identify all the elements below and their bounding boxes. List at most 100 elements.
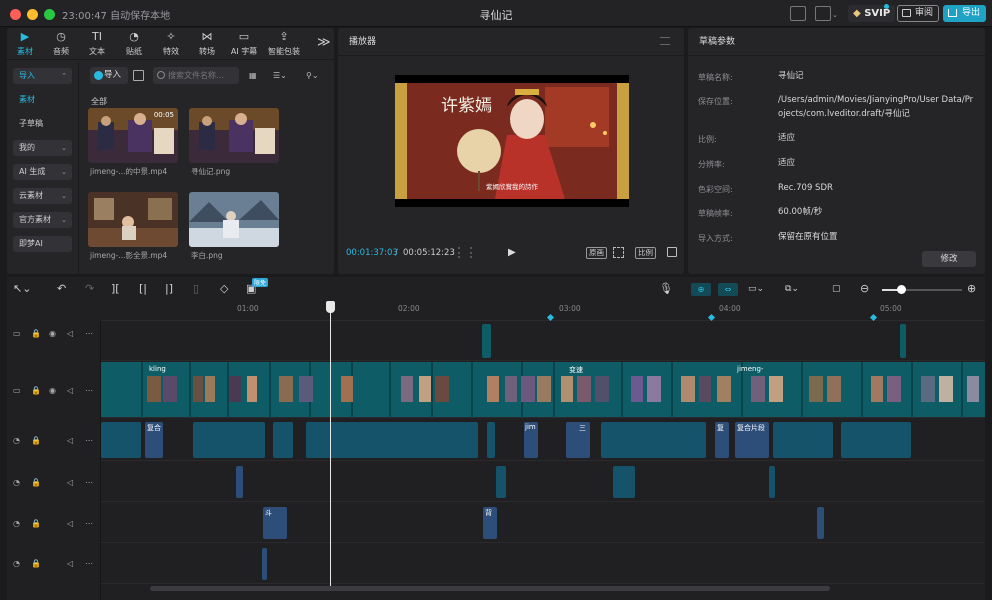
more-icon[interactable]: ⋯ [85,436,93,445]
ratio-button[interactable]: 比例 [635,247,656,259]
main-track-magnet-icon[interactable]: ⊕ [691,283,711,296]
speaker-icon[interactable]: ◁ [67,386,73,395]
timeline-tracks[interactable]: kling 变速 jimeng- 复合 jim 三 复 复合片段 斗 背 [101,321,985,600]
trim-right-icon[interactable]: |] [165,282,173,296]
more-tabs-icon[interactable]: ≫ [317,35,331,50]
marker-pin[interactable] [707,313,716,322]
delete-icon[interactable]: ▯ [193,282,199,296]
fullscreen-focus-icon[interactable] [613,247,624,258]
tab-effects[interactable]: ✧ 特效 [154,31,188,57]
sidebar-item-official[interactable]: 官方素材 ⌄ [13,212,72,228]
media-item-image-1[interactable] [189,108,279,163]
tab-transition[interactable]: ⋈ 转场 [190,31,224,57]
audio-clip[interactable] [101,422,141,458]
audio-clip[interactable] [601,422,706,458]
linkage-icon[interactable]: ▭⌄ [748,282,764,296]
zoom-out-icon[interactable]: ⊖ [860,282,869,296]
sidebar-item-mine[interactable]: 我的 ⌄ [13,140,72,156]
player-menu-icon[interactable] [660,37,670,45]
playhead-line[interactable] [330,304,331,586]
sidebar-item-assets[interactable]: 素材 [13,92,72,108]
speaker-icon[interactable]: ◁ [67,519,73,528]
time-ruler[interactable]: 01:00 02:00 03:00 04:00 05:00 [101,301,985,322]
playhead-handle[interactable] [326,301,335,313]
auto-snap-icon[interactable]: ⇔ [718,283,738,296]
expand-icon[interactable] [667,247,677,257]
tab-sticker[interactable]: ◔ 贴纸 [117,31,151,57]
tab-ai-caption[interactable]: ▭ AI 字幕 [227,31,261,57]
sidebar-item-jimeng-ai[interactable]: 即梦AI [13,236,72,252]
preview-axis-icon[interactable]: ⧉⌄ [785,282,799,296]
speaker-icon[interactable]: ◁ [67,436,73,445]
audio-clip[interactable] [841,422,911,458]
tab-smart-pack[interactable]: ⇪ 智能包装 [264,31,304,57]
audio-clip[interactable] [262,548,267,580]
audio-clip[interactable] [769,466,775,498]
audio-clip[interactable] [193,422,265,458]
zoom-in-icon[interactable]: ⊕ [967,282,976,296]
audio-clip[interactable] [487,422,495,458]
audio-clip[interactable] [773,422,833,458]
sidebar-item-ai-generate[interactable]: AI 生成 ⌄ [13,164,72,180]
layout-chevron-down-icon[interactable]: ⌄ [832,11,838,19]
lock-icon[interactable]: 🔒 [31,386,41,395]
sort-icon[interactable]: ☰⌄ [273,71,287,80]
lock-icon[interactable]: 🔒 [31,559,41,568]
microphone-icon[interactable]: 🎙 [659,282,673,296]
timeline-view-icon[interactable]: ▢ [832,282,841,296]
marker-pin[interactable] [869,313,878,322]
audio-clip[interactable] [817,507,824,539]
import-button[interactable]: 导入 [90,67,128,84]
close-window-button[interactable] [10,9,21,20]
audio-clip[interactable] [236,466,243,498]
media-item-video-1[interactable]: 00:05 [88,108,178,163]
original-quality-button[interactable]: 原画 [586,247,607,259]
lock-icon[interactable]: 🔒 [31,519,41,528]
media-item-video-2[interactable] [88,192,178,247]
tab-text[interactable]: TI 文本 [80,31,114,57]
more-icon[interactable]: ⋯ [85,386,93,395]
media-item-image-2[interactable] [189,192,279,247]
undo-icon[interactable]: ↶ [57,282,66,296]
play-icon[interactable]: ▶ [508,247,516,258]
keyboard-icon[interactable] [790,6,806,21]
audio-clip[interactable] [613,466,635,498]
lock-icon[interactable]: 🔒 [31,329,41,338]
more-icon[interactable]: ⋯ [85,329,93,338]
video-preview[interactable]: 许紫嫣 紫嫣欣賞我的詩作 [395,75,629,207]
sidebar-item-import[interactable]: 导入 ⌃ [13,68,72,84]
sidebar-item-cloud[interactable]: 云素材 ⌄ [13,188,72,204]
layout-icon[interactable] [815,6,831,21]
zoom-slider-handle[interactable] [897,285,906,294]
audio-clip[interactable] [566,422,590,458]
speaker-icon[interactable]: ◁ [67,559,73,568]
audio-clip[interactable] [306,422,478,458]
audio-clip[interactable] [273,422,293,458]
minimize-window-button[interactable] [27,9,38,20]
eye-icon[interactable]: ◉ [49,329,56,338]
maximize-window-button[interactable] [44,9,55,20]
eye-icon[interactable]: ◉ [49,386,56,395]
marker-pin[interactable] [546,313,555,322]
view-toggle-icon[interactable]: ▦ [249,71,261,80]
tab-audio[interactable]: ◷ 音频 [44,31,78,57]
more-icon[interactable]: ⋯ [85,478,93,487]
tab-media[interactable]: ▶ 素材 [8,31,42,57]
grid-view-icon[interactable] [133,70,144,81]
more-icon[interactable]: ⋯ [85,559,93,568]
modify-button[interactable]: 修改 [922,251,976,267]
audio-clip[interactable] [496,466,506,498]
speaker-icon[interactable]: ◁ [67,478,73,487]
timeline-horizontal-scrollbar[interactable] [150,586,830,591]
marker-icon[interactable]: ◇ [220,282,228,296]
select-cursor-icon[interactable]: ↖⌄ [13,282,31,296]
more-icon[interactable]: ⋯ [85,519,93,528]
lock-icon[interactable]: 🔒 [31,436,41,445]
search-input[interactable] [153,67,239,84]
sidebar-item-subdraft[interactable]: 子草稿 [13,116,72,132]
filter-icon[interactable]: ⚲⌄ [306,71,319,80]
overlay-clip[interactable] [900,324,906,358]
split-icon[interactable]: ][ [111,282,120,296]
lock-icon[interactable]: 🔒 [31,478,41,487]
overlay-clip[interactable] [482,324,491,358]
